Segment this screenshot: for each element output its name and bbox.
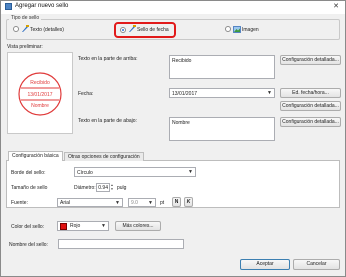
radio-image[interactable] [225, 26, 231, 32]
border-combo[interactable]: Círculo ▼ [74, 167, 196, 177]
border-label: Borde del sello: [11, 170, 46, 176]
chevron-down-icon: ▼ [101, 223, 106, 229]
image-stamp-icon [233, 25, 241, 33]
close-icon[interactable]: ✕ [331, 3, 341, 11]
date-format-button[interactable]: Ed. fecha/hora... [280, 88, 341, 98]
stamp-name-field[interactable] [58, 239, 184, 249]
stamp-preview-bottom-text: Nombre [31, 103, 49, 109]
font-combo[interactable]: Arial ▼ [57, 198, 123, 207]
stamp-preview-date-text: 13/01/2017 [27, 92, 53, 98]
top-text-label: Texto en la parte de arriba: [78, 56, 138, 62]
bottom-text-detail-button[interactable]: Configuración detallada... [280, 117, 341, 127]
cancel-button[interactable]: Cancelar [293, 259, 340, 270]
font-label: Fuente: [11, 200, 28, 206]
accept-button[interactable]: Aceptar [240, 259, 290, 270]
stamp-name-label: Nombre del sello: [9, 242, 48, 248]
stamp-preview-top-text: Recibido [30, 80, 50, 86]
diameter-stepper[interactable]: ▲ ▼ [110, 183, 114, 192]
top-text-detail-button[interactable]: Configuración detallada... [280, 55, 341, 65]
radio-image-label[interactable]: Imagen [242, 27, 259, 33]
border-combo-value: Círculo [77, 170, 93, 176]
top-text-field[interactable]: Recibido [169, 55, 275, 79]
preview-label: Vista preliminar: [7, 44, 43, 50]
chevron-down-icon: ▼ [267, 90, 272, 96]
chevron-down-icon: ▼ [188, 169, 193, 175]
radio-date-stamp[interactable] [120, 27, 126, 33]
radio-text-details[interactable] [13, 26, 19, 32]
radio-text-details-label[interactable]: Texto (detalles) [30, 27, 64, 33]
font-combo-value: Arial [60, 200, 71, 206]
date-stamp-icon [128, 25, 136, 33]
stamp-color-combo[interactable]: Rojo ▼ [57, 221, 109, 231]
date-label: Fecha: [78, 91, 94, 97]
stamp-color-value: Rojo [70, 223, 81, 229]
tab-basic-settings[interactable]: Configuración básica [8, 151, 63, 161]
diameter-label: Diámetro: [74, 185, 96, 191]
bold-button[interactable]: N [172, 197, 181, 207]
italic-button[interactable]: K [184, 197, 193, 207]
color-swatch [60, 223, 67, 230]
font-size-unit: pt [160, 200, 165, 206]
size-label: Tamaño de sello [11, 185, 48, 191]
app-icon [5, 3, 12, 10]
diameter-unit: pulg [117, 185, 127, 191]
diameter-field[interactable]: 0.94 [96, 183, 110, 192]
window-title: Agregar nuevo sello [15, 3, 69, 9]
chevron-down-icon: ▼ [115, 200, 120, 206]
date-detail-button[interactable]: Configuración detallada... [280, 101, 341, 111]
stamp-color-label: Color del sello: [11, 224, 45, 230]
bottom-text-field[interactable]: Nombre [169, 117, 275, 141]
chevron-down-icon: ▼ [148, 200, 153, 206]
text-stamp-icon [21, 25, 29, 33]
font-size-combo[interactable]: 9.0 ▼ [128, 198, 156, 207]
bottom-text-label: Texto en la parte de abajo: [78, 118, 137, 124]
font-size-combo-value: 9.0 [131, 200, 138, 206]
more-colors-button[interactable]: Más colores... [115, 221, 161, 231]
date-combo[interactable]: 13/01/2017 ▼ [169, 88, 275, 98]
radio-date-stamp-label[interactable]: Sello de fecha [137, 27, 169, 33]
tab-other-options[interactable]: Otras opciones de configuración [64, 152, 144, 161]
date-combo-value: 13/01/2017 [172, 91, 198, 97]
stamp-type-group-label: Tipo de sello [9, 15, 42, 21]
